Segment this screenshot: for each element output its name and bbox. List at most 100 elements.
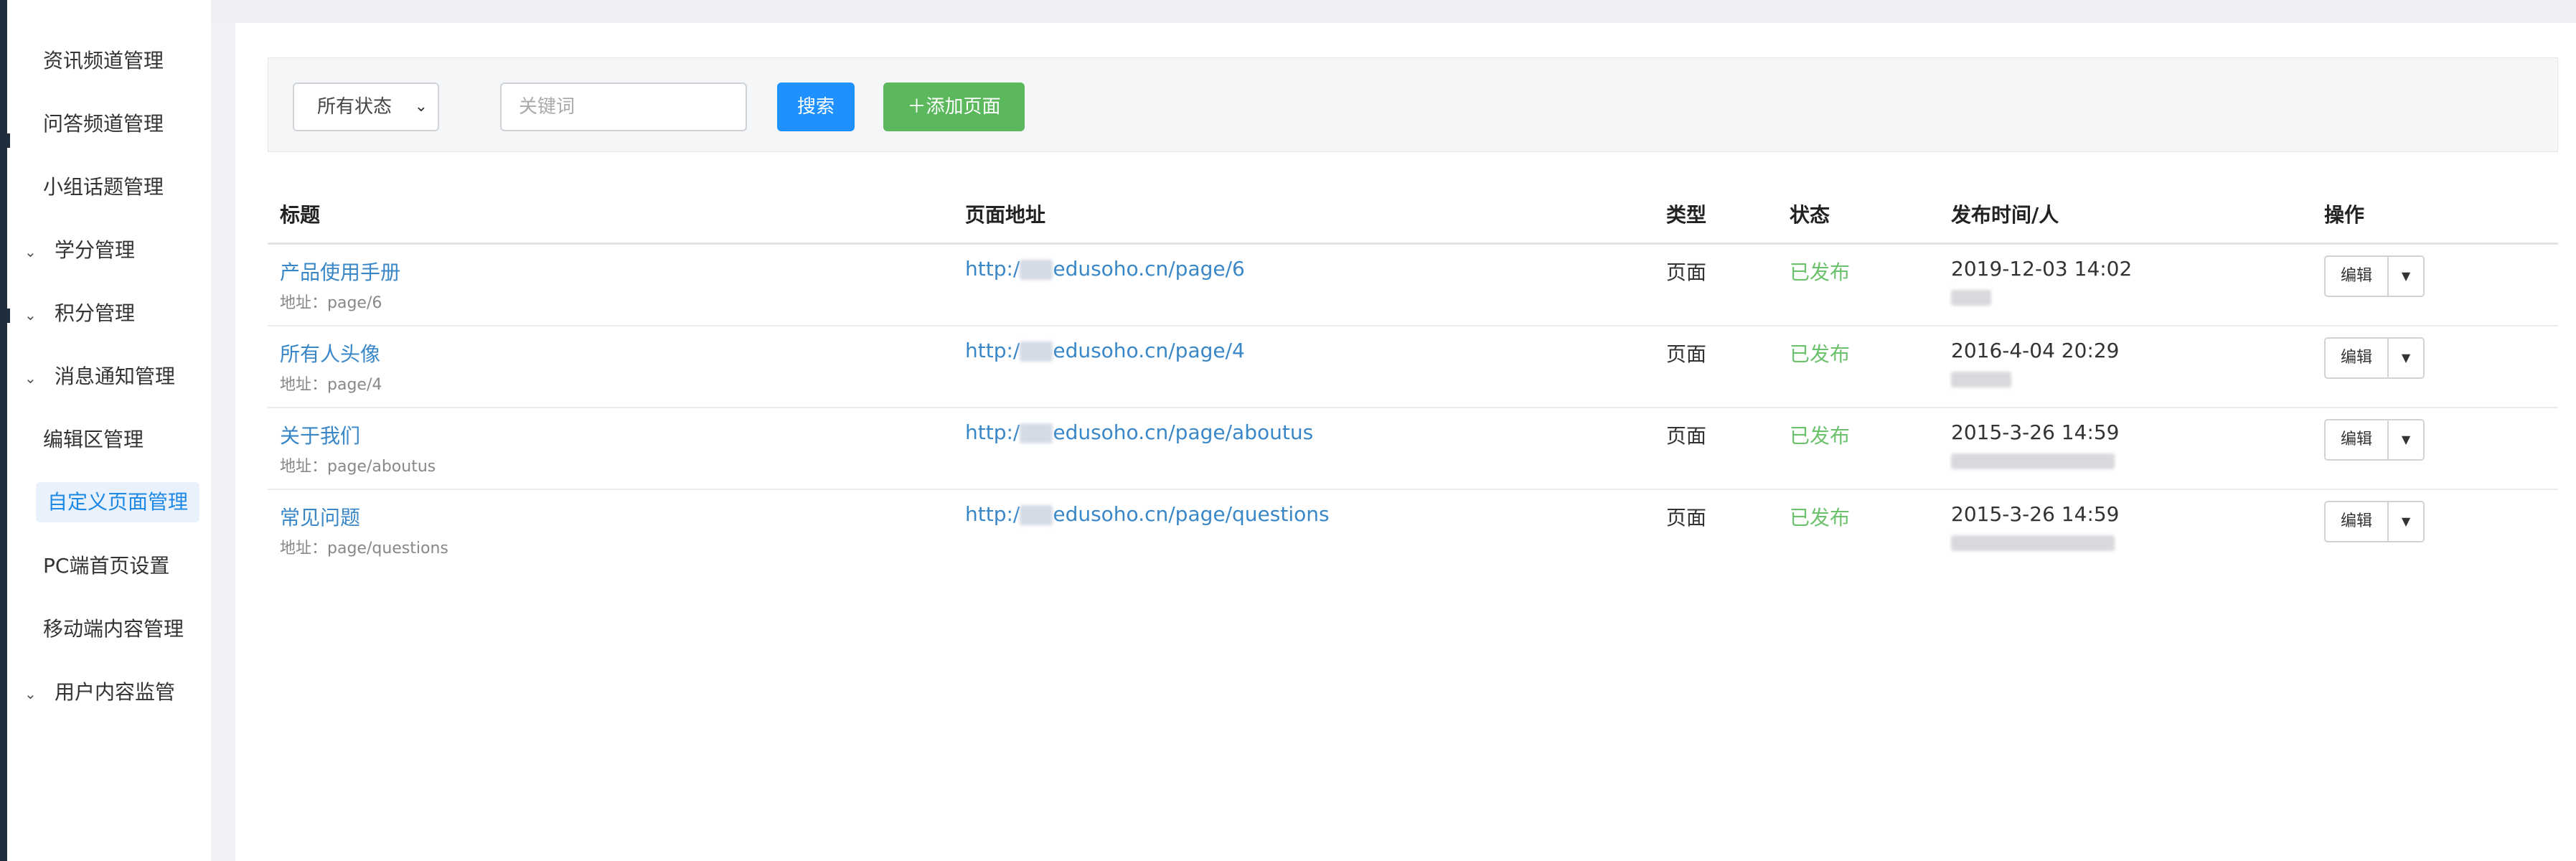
more-actions-dropdown[interactable]: ▼ xyxy=(2387,337,2425,379)
page-title-link[interactable]: 常见问题 xyxy=(280,502,360,531)
chevron-down-icon: ⌄ xyxy=(24,243,37,260)
add-page-button[interactable]: ＋添加页面 xyxy=(883,83,1025,131)
sidebar-item-edit-zone[interactable]: 编辑区管理 xyxy=(43,422,144,458)
search-button[interactable]: 搜索 xyxy=(777,83,855,131)
chevron-down-icon: ⌄ xyxy=(24,306,37,324)
caret-down-icon: ▼ xyxy=(2401,351,2411,364)
page-type: 页面 xyxy=(1666,342,1707,366)
sidebar-item-custom-pages[interactable]: 自定义页面管理 xyxy=(36,482,200,522)
page-url-link[interactable]: http:/ edusoho.cn/page/6 xyxy=(965,257,1245,281)
column-header-url[interactable]: 页面地址 xyxy=(965,199,1045,228)
sidebar-group-notifications[interactable]: ⌄ 消息通知管理 xyxy=(24,359,175,395)
table-header-divider xyxy=(268,243,2558,245)
row-divider xyxy=(268,489,2558,490)
sidebar-group-user-content[interactable]: ⌄ 用户内容监管 xyxy=(24,674,175,710)
page-url-prefix: http:/ xyxy=(965,339,1020,362)
redacted-domain xyxy=(1020,260,1053,280)
redacted-publisher xyxy=(1951,453,2115,469)
row-divider xyxy=(268,325,2558,326)
sidebar-item-label: PC端首页设置 xyxy=(43,554,170,578)
status-badge: 已发布 xyxy=(1790,342,1851,366)
publish-time: 2015-3-26 14:59 xyxy=(1951,420,2120,444)
sidebar-item-label: 小组话题管理 xyxy=(43,175,164,199)
app-nav-strip xyxy=(0,0,7,861)
status-select[interactable]: 所有状态 ⌄ xyxy=(293,83,439,131)
filter-bar: 所有状态 ⌄ 关键词 搜索 ＋添加页面 xyxy=(268,57,2558,152)
sidebar-item-qa-channel[interactable]: 问答频道管理 xyxy=(43,106,164,142)
status-badge: 已发布 xyxy=(1790,260,1851,284)
publish-time: 2019-12-03 14:02 xyxy=(1951,257,2133,281)
publish-time: 2016-4-04 20:29 xyxy=(1951,339,2120,362)
top-bar-shadow xyxy=(211,0,2576,23)
sidebar-item-label: 移动端内容管理 xyxy=(43,617,184,641)
page-title-link[interactable]: 关于我们 xyxy=(280,420,360,449)
more-actions-dropdown[interactable]: ▼ xyxy=(2387,255,2425,297)
edit-button[interactable]: 编辑 xyxy=(2324,337,2389,379)
page-address: 地址：page/6 xyxy=(280,294,382,312)
status-select-value: 所有状态 xyxy=(317,96,392,118)
page-url-prefix: http:/ xyxy=(965,257,1020,281)
page-url-suffix: edusoho.cn/page/6 xyxy=(1053,257,1245,281)
keyword-placeholder: 关键词 xyxy=(519,96,575,118)
page-type: 页面 xyxy=(1666,506,1707,530)
chevron-down-icon: ⌄ xyxy=(24,685,37,702)
sidebar-item-news-channel[interactable]: 资讯频道管理 xyxy=(43,43,164,79)
sidebar-group-label: 用户内容监管 xyxy=(55,680,176,704)
sidebar-group-label: 消息通知管理 xyxy=(55,364,176,388)
main-panel: 所有状态 ⌄ 关键词 搜索 ＋添加页面 标题 页面地址 类型 状态 发布时间/人… xyxy=(235,23,2576,861)
row-actions: 编辑 ▼ xyxy=(2324,255,2425,297)
sidebar-item-mobile-content[interactable]: 移动端内容管理 xyxy=(43,611,184,647)
sidebar-item-label: 自定义页面管理 xyxy=(47,490,189,514)
sidebar-group-label: 积分管理 xyxy=(55,301,136,325)
page-url-suffix: edusoho.cn/page/questions xyxy=(1053,502,1330,526)
page-address: 地址：page/aboutus xyxy=(280,458,436,476)
page-title-link[interactable]: 产品使用手册 xyxy=(280,257,400,286)
sidebar-item-label: 资讯频道管理 xyxy=(43,49,164,72)
column-header-actions: 操作 xyxy=(2324,203,2365,227)
page-url-prefix: http:/ xyxy=(965,420,1020,444)
page-url-link[interactable]: http:/ edusoho.cn/page/questions xyxy=(965,502,1330,526)
edit-button[interactable]: 编辑 xyxy=(2324,419,2389,461)
chevron-down-icon: ⌄ xyxy=(414,98,428,116)
page-url-prefix: http:/ xyxy=(965,502,1020,526)
redacted-domain xyxy=(1020,505,1053,525)
page-address: 地址：page/4 xyxy=(280,376,382,394)
caret-down-icon: ▼ xyxy=(2401,514,2411,528)
redacted-publisher xyxy=(1951,372,2011,387)
row-actions: 编辑 ▼ xyxy=(2324,337,2425,379)
row-actions: 编辑 ▼ xyxy=(2324,501,2425,542)
page-url-link[interactable]: http:/ edusoho.cn/page/aboutus xyxy=(965,420,1313,444)
page-url-suffix: edusoho.cn/page/aboutus xyxy=(1053,420,1314,444)
keyword-input[interactable]: 关键词 xyxy=(500,83,747,131)
more-actions-dropdown[interactable]: ▼ xyxy=(2387,419,2425,461)
page-address: 地址：page/questions xyxy=(280,540,448,557)
page-type: 页面 xyxy=(1666,260,1707,284)
redacted-domain xyxy=(1020,342,1053,362)
sidebar-item-pc-home[interactable]: PC端首页设置 xyxy=(43,548,169,584)
sidebar-marker xyxy=(7,309,10,323)
redacted-domain xyxy=(1020,423,1053,443)
column-header-title[interactable]: 标题 xyxy=(280,199,320,228)
edit-button[interactable]: 编辑 xyxy=(2324,255,2389,297)
sidebar-group-label: 学分管理 xyxy=(55,238,136,262)
sidebar-marker xyxy=(7,133,10,148)
status-badge: 已发布 xyxy=(1790,424,1851,448)
more-actions-dropdown[interactable]: ▼ xyxy=(2387,501,2425,542)
column-header-published[interactable]: 发布时间/人 xyxy=(1951,199,2059,228)
column-header-type[interactable]: 类型 xyxy=(1666,199,1706,228)
sidebar-item-group-topics[interactable]: 小组话题管理 xyxy=(43,169,164,205)
sidebar-item-label: 问答频道管理 xyxy=(43,112,164,136)
sidebar-group-points[interactable]: ⌄ 积分管理 xyxy=(24,296,135,331)
page-url-link[interactable]: http:/ edusoho.cn/page/4 xyxy=(965,339,1245,362)
page-type: 页面 xyxy=(1666,424,1707,448)
page-url-suffix: edusoho.cn/page/4 xyxy=(1053,339,1245,362)
page-title-link[interactable]: 所有人头像 xyxy=(280,339,380,367)
caret-down-icon: ▼ xyxy=(2401,433,2411,446)
sidebar-item-label: 编辑区管理 xyxy=(43,428,144,451)
edit-button[interactable]: 编辑 xyxy=(2324,501,2389,542)
chevron-down-icon: ⌄ xyxy=(24,370,37,387)
column-header-status[interactable]: 状态 xyxy=(1790,199,1830,228)
redacted-publisher xyxy=(1951,290,1991,306)
publish-time: 2015-3-26 14:59 xyxy=(1951,502,2120,526)
sidebar-group-credits[interactable]: ⌄ 学分管理 xyxy=(24,232,135,268)
